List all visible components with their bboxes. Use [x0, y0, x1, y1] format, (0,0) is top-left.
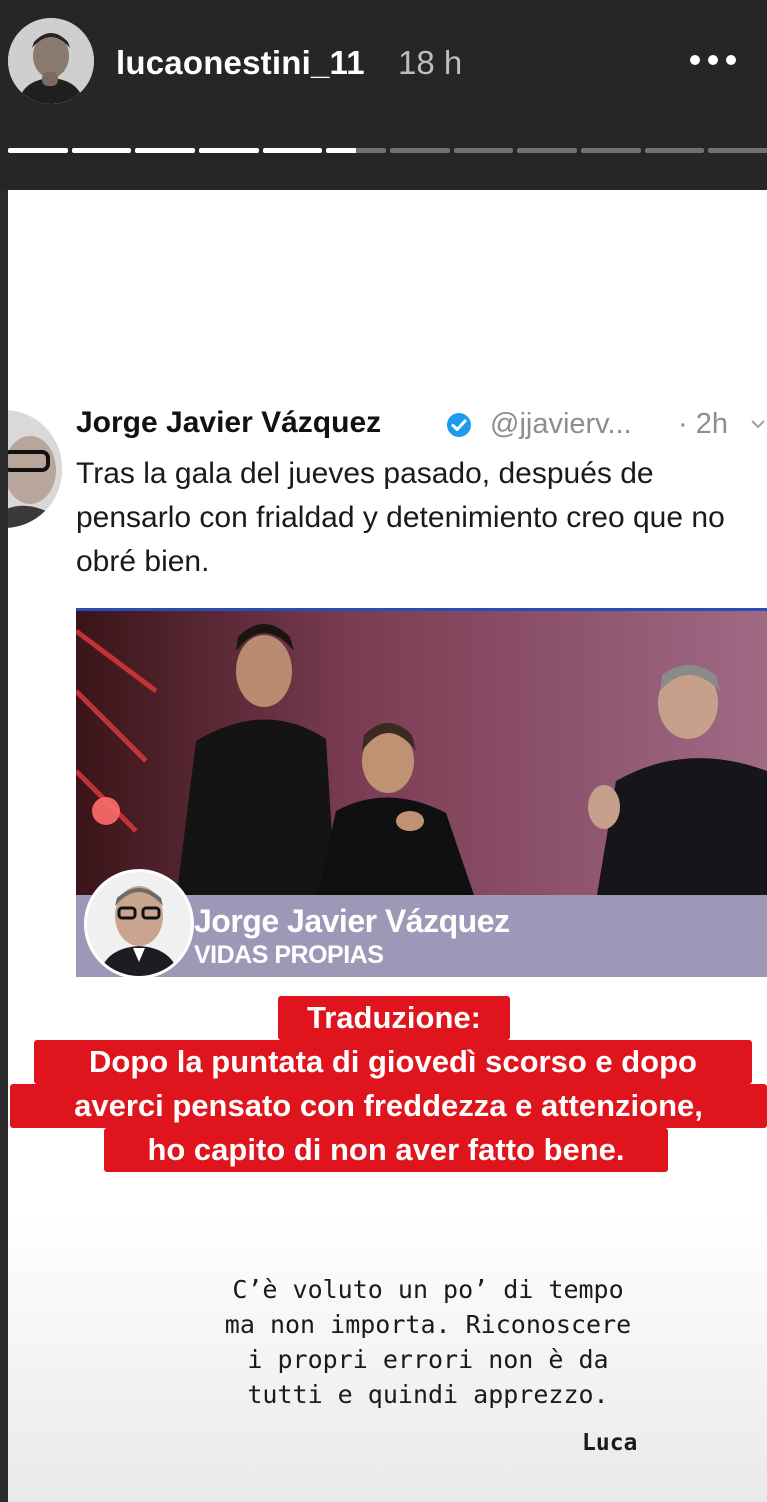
story-username[interactable]: lucaonestini_11	[116, 44, 365, 82]
profile-photo-icon	[8, 18, 94, 104]
story-signature: Luca	[582, 1430, 638, 1456]
banner-name: Jorge Javier Vázquez	[194, 903, 510, 939]
progress-segment	[390, 148, 450, 153]
story-progress-bar	[8, 148, 767, 154]
progress-segment	[8, 148, 68, 153]
progress-segment	[71, 148, 132, 153]
verified-badge-icon	[447, 413, 471, 437]
translation-line-3: ho capito di non aver fatto bene.	[104, 1128, 668, 1172]
progress-segment	[135, 148, 196, 153]
progress-segment	[708, 148, 767, 153]
progress-segment	[262, 148, 323, 153]
tweet-handle: @jjavierv...	[490, 408, 632, 440]
story-header: lucaonestini_11 18 h	[0, 0, 767, 190]
translation-line-2: averci pensato con freddezza e attenzion…	[10, 1084, 767, 1128]
translation-line-1: Dopo la puntata di giovedì scorso e dopo	[34, 1040, 752, 1084]
translation-title: Traduzione:	[278, 996, 510, 1040]
tweet-time: · 2h	[678, 408, 728, 440]
progress-segment	[326, 148, 387, 153]
more-options-icon[interactable]	[690, 52, 750, 72]
story-message: C’è voluto un po’ di tempo ma non import…	[224, 1275, 632, 1409]
progress-segment	[199, 148, 259, 153]
progress-segment	[581, 148, 641, 153]
tweet-author-name: Jorge Javier Vázquez	[76, 406, 382, 439]
profile-avatar[interactable]	[8, 18, 94, 104]
progress-segment	[453, 148, 514, 153]
banner-avatar	[84, 869, 194, 977]
banner-subtitle: VIDAS PROPIAS	[194, 941, 384, 969]
chevron-down-icon	[751, 420, 765, 429]
tweet-text: Tras la gala del jueves pasado, después …	[76, 457, 725, 578]
story-content: Jorge Javier Vázquez @jjavierv... · 2h T…	[8, 190, 767, 1502]
progress-segment	[517, 148, 578, 153]
tweet-media-image: Jorge Javier Vázquez VIDAS PROPIAS	[76, 608, 767, 977]
progress-segment	[644, 148, 705, 153]
story-time-ago: 18 h	[398, 44, 463, 81]
tweet-author-avatar	[8, 410, 62, 528]
